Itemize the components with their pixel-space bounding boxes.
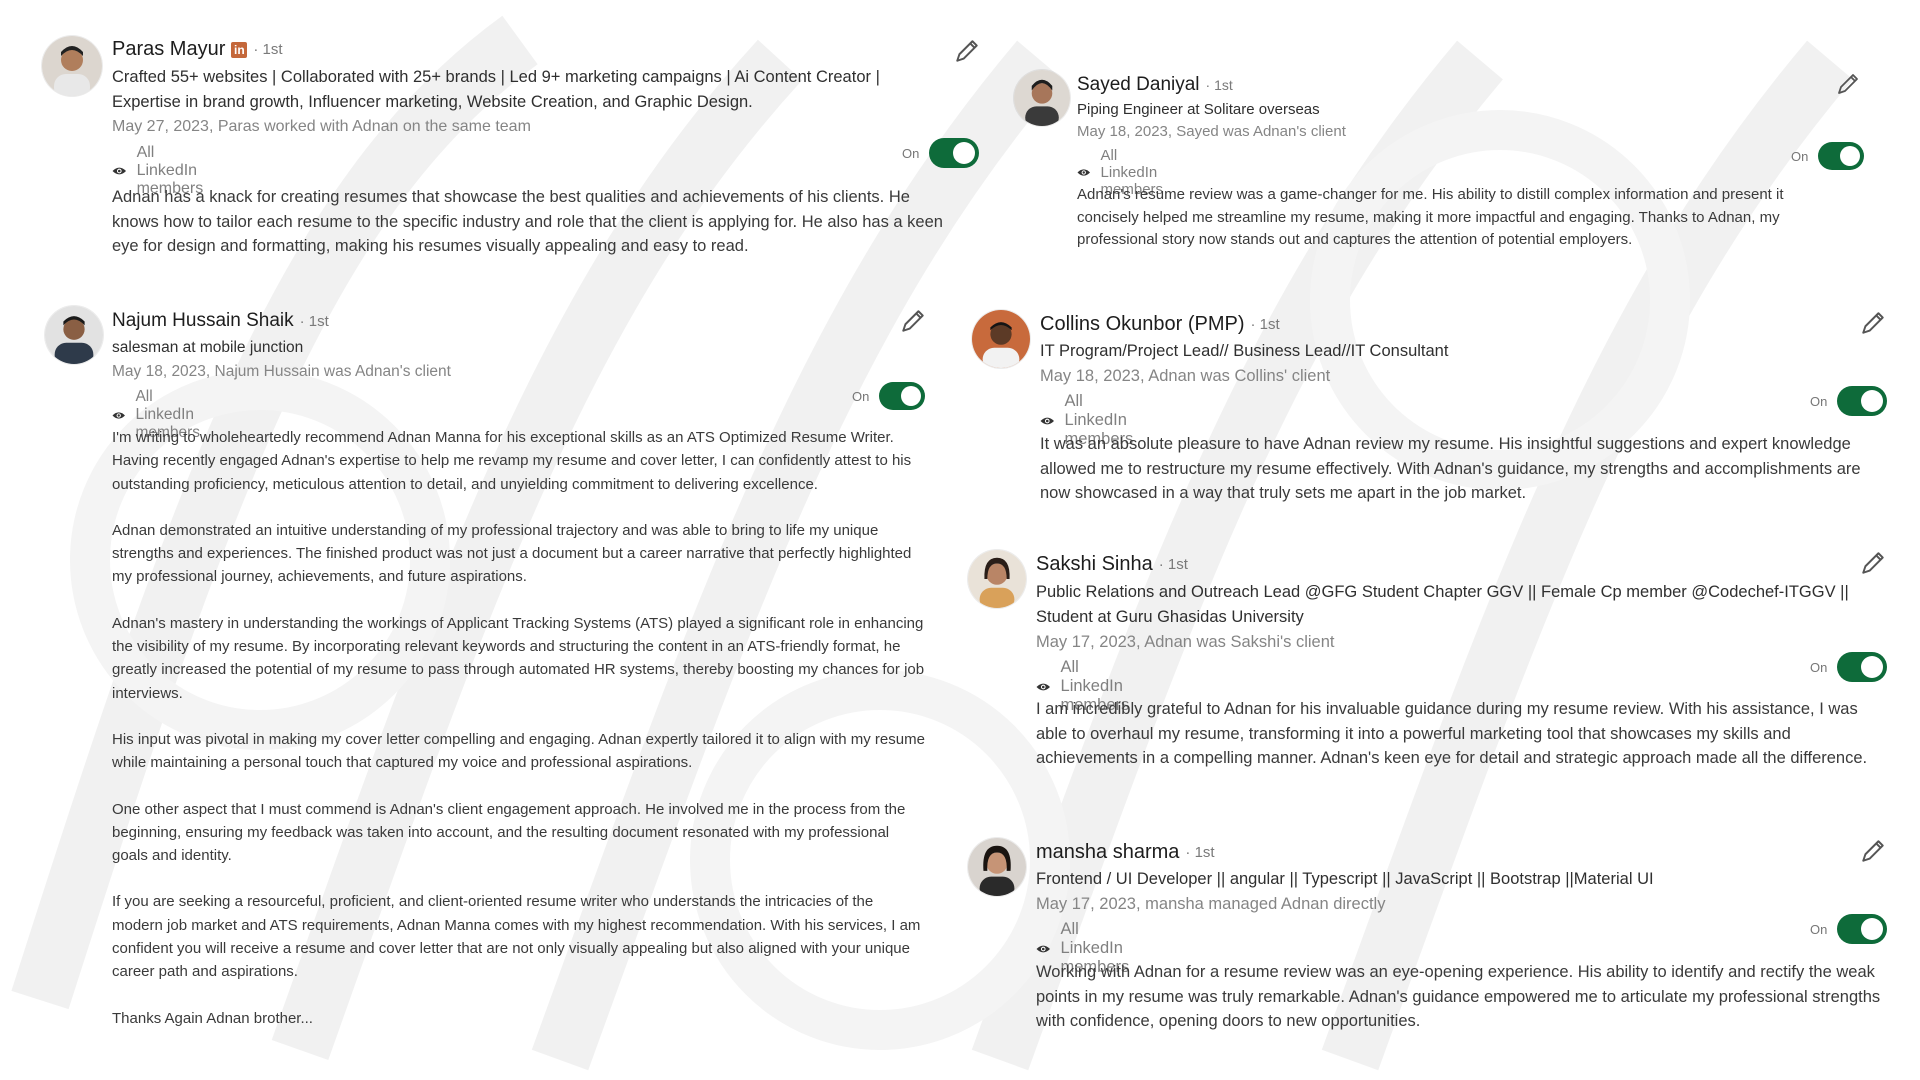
recommendation-paragraph: I am incredibly grateful to Adnan for hi…: [1036, 700, 1868, 767]
visibility-toggle[interactable]: On: [1810, 914, 1888, 944]
member-headline: Public Relations and Outreach Lead @GFG …: [1036, 583, 1849, 601]
recommendation-paragraph: If you are seeking a resourceful, profic…: [112, 893, 921, 981]
relationship-date: May 17, 2023, Adnan was Sakshi's client: [1036, 633, 1335, 651]
toggle-label: On: [902, 145, 920, 161]
linkedin-icon: in: [231, 41, 248, 58]
recommendation-paragraph: Adnan's resume review was a game-changer…: [1077, 186, 1784, 248]
toggle-switch[interactable]: [1837, 652, 1888, 682]
eye-icon: [1036, 945, 1050, 952]
connection-degree: · 1st: [299, 312, 329, 330]
member-headline: Expertise in brand growth, Influencer ma…: [112, 93, 753, 111]
relationship-date: May 27, 2023, Paras worked with Adnan on…: [112, 118, 531, 135]
member-name[interactable]: Collins Okunbor (PMP): [1040, 313, 1245, 336]
member-headline: IT Program/Project Lead// Business Lead/…: [1040, 342, 1449, 360]
toggle-label: On: [1810, 659, 1828, 675]
toggle-label: On: [852, 388, 870, 404]
member-name[interactable]: Najum Hussain Shaik: [112, 310, 294, 332]
connection-degree: · 1st: [1185, 844, 1215, 861]
toggle-switch[interactable]: [1837, 914, 1888, 944]
member-name[interactable]: mansha sharma: [1036, 841, 1179, 864]
edit-pencil-icon[interactable]: [1836, 72, 1860, 96]
member-headline: Frontend / UI Developer || angular || Ty…: [1036, 870, 1654, 888]
recommendation-text: Working with Adnan for a resume review w…: [1036, 960, 1886, 1034]
eye-icon: [1077, 169, 1091, 176]
recommendation-text: It was an absolute pleasure to have Adna…: [1040, 432, 1890, 506]
member-headline: salesman at mobile junction: [112, 339, 304, 356]
member-name[interactable]: Sayed Daniyal: [1077, 74, 1200, 96]
edit-pencil-icon[interactable]: [954, 38, 980, 64]
edit-pencil-icon[interactable]: [1860, 838, 1886, 864]
relationship-date: May 18, 2023, Sayed was Adnan's client: [1077, 123, 1346, 140]
recommendation-paragraph: It was an absolute pleasure to have Adna…: [1040, 435, 1861, 502]
relationship-date: May 18, 2023, Najum Hussain was Adnan's …: [112, 363, 451, 380]
avatar[interactable]: [968, 550, 1026, 608]
recommendation-text: Adnan's resume review was a game-changer…: [1077, 184, 1847, 252]
member-name[interactable]: Sakshi Sinha: [1036, 553, 1153, 576]
recommendation-paragraph: I'm writing to wholeheartedly recommend …: [112, 429, 912, 493]
visibility-toggle[interactable]: On: [1810, 652, 1888, 682]
recommendation-paragraph: Adnan's mastery in understanding the wor…: [112, 614, 925, 702]
visibility-toggle[interactable]: On: [852, 382, 926, 410]
toggle-switch[interactable]: [1837, 386, 1888, 416]
connection-degree: · 1st: [253, 41, 283, 58]
visibility-toggle[interactable]: On: [902, 138, 980, 168]
member-headline: Piping Engineer at Solitare overseas: [1077, 101, 1320, 118]
recommendation-paragraph: Thanks Again Adnan brother...: [112, 1009, 313, 1027]
edit-pencil-icon[interactable]: [1860, 310, 1886, 336]
toggle-label: On: [1810, 921, 1828, 937]
recommendation-paragraph: His input was pivotal in making my cover…: [112, 730, 925, 772]
avatar[interactable]: [968, 838, 1026, 896]
recommendation-paragraph: Working with Adnan for a resume review w…: [1036, 963, 1881, 1030]
avatar[interactable]: [42, 36, 102, 96]
toggle-label: On: [1810, 393, 1828, 409]
member-headline: Student at Guru Ghasidas University: [1036, 608, 1304, 626]
eye-icon: [1040, 417, 1054, 424]
relationship-date: May 18, 2023, Adnan was Collins' client: [1040, 367, 1331, 385]
connection-degree: · 1st: [1205, 77, 1233, 93]
recommendation-paragraph: Adnan has a knack for creating resumes t…: [112, 188, 943, 255]
visibility-toggle[interactable]: On: [1791, 142, 1865, 170]
connection-degree: · 1st: [1158, 556, 1188, 573]
avatar[interactable]: [1014, 70, 1070, 126]
edit-pencil-icon[interactable]: [900, 308, 926, 334]
avatar[interactable]: [45, 306, 103, 364]
toggle-switch[interactable]: [929, 138, 980, 168]
relationship-date: May 17, 2023, mansha managed Adnan direc…: [1036, 895, 1386, 913]
connection-degree: · 1st: [1250, 316, 1280, 333]
toggle-switch[interactable]: [1818, 142, 1865, 170]
edit-pencil-icon[interactable]: [1860, 550, 1886, 576]
recommendation-text: I am incredibly grateful to Adnan for hi…: [1036, 697, 1886, 771]
toggle-label: On: [1791, 148, 1809, 164]
eye-icon: [112, 411, 125, 419]
member-headline: Crafted 55+ websites | Collaborated with…: [112, 68, 880, 86]
recommendation-text: I'm writing to wholeheartedly recommend …: [112, 426, 927, 1030]
member-name[interactable]: Paras Mayur: [112, 38, 225, 61]
visibility-toggle[interactable]: On: [1810, 386, 1888, 416]
recommendation-paragraph: One other aspect that I must commend is …: [112, 800, 906, 865]
recommendation-text: Adnan has a knack for creating resumes t…: [112, 185, 952, 259]
recommendation-paragraph: Adnan demonstrated an intuitive understa…: [112, 521, 912, 586]
eye-icon: [1036, 683, 1050, 690]
toggle-switch[interactable]: [879, 382, 926, 410]
eye-icon: [112, 167, 127, 175]
avatar[interactable]: [972, 310, 1030, 368]
